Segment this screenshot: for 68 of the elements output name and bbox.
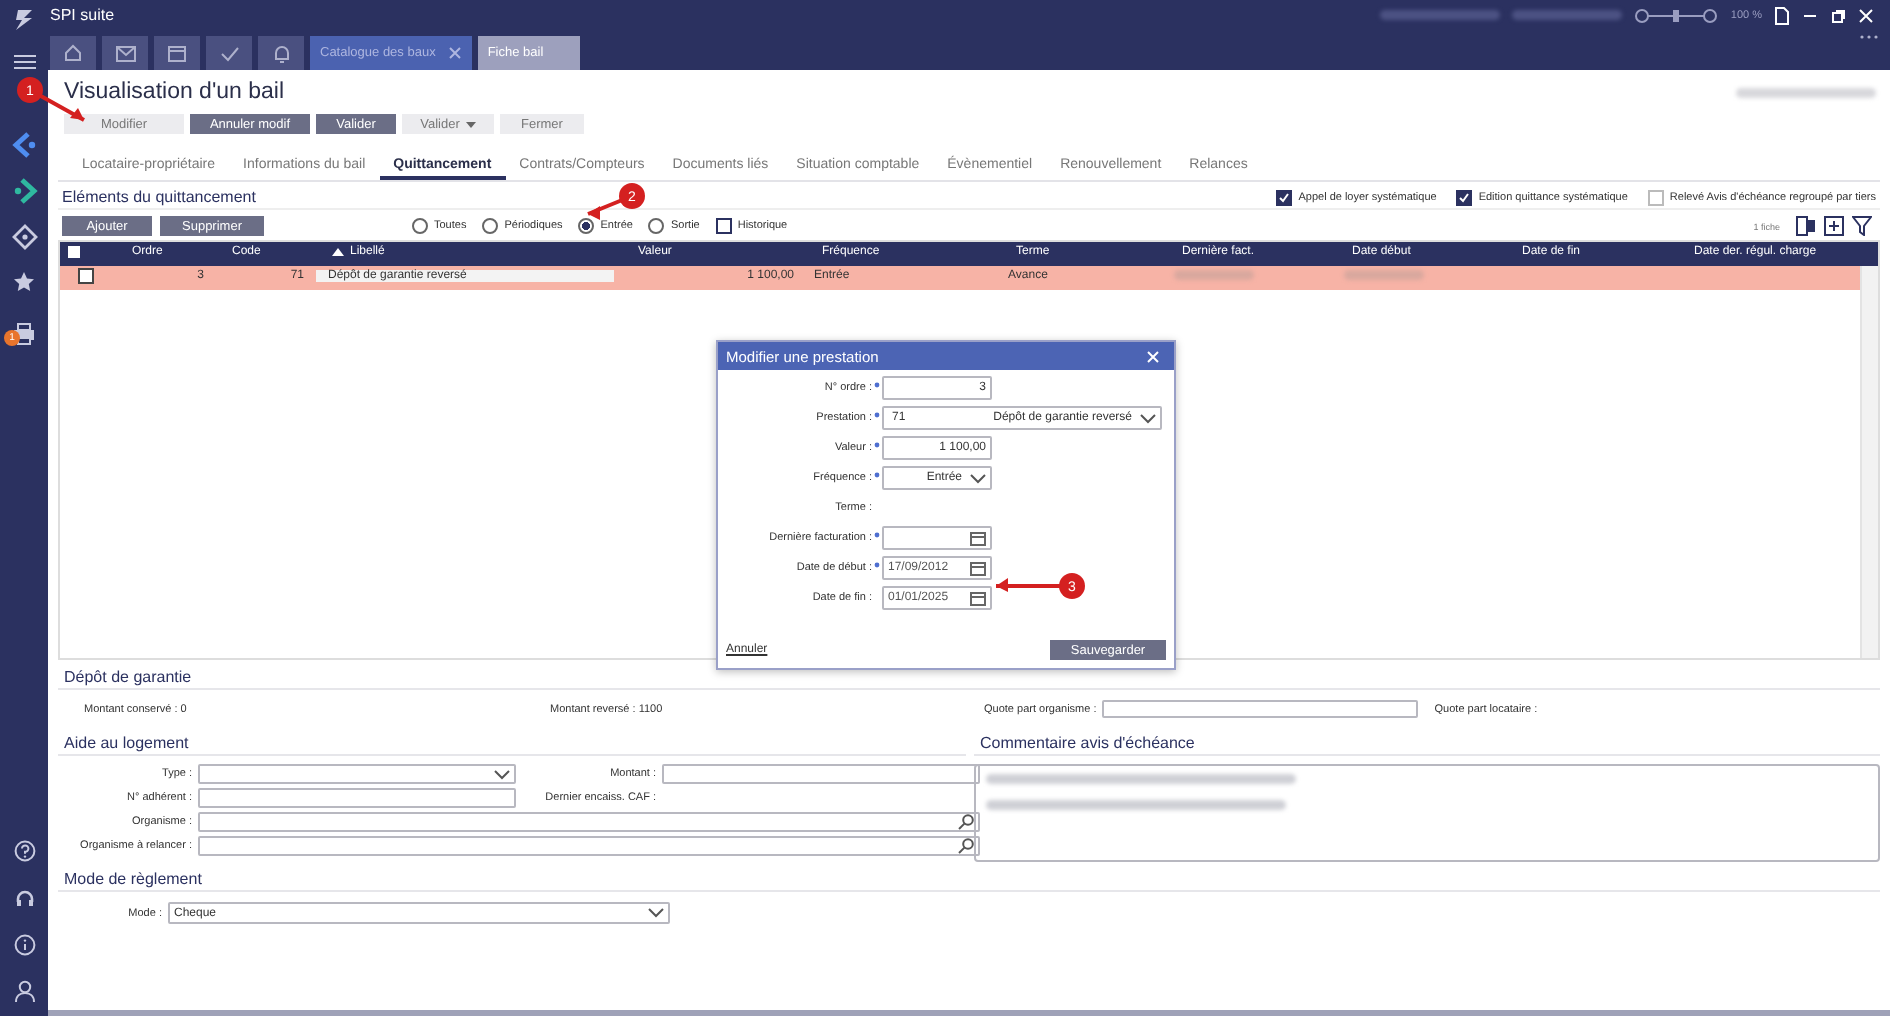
chevron-down-icon [494, 769, 510, 779]
blurred-text [1512, 10, 1623, 20]
more-icon[interactable] [1860, 34, 1878, 40]
search-icon [958, 814, 974, 830]
input-field[interactable] [662, 764, 980, 784]
checkmark-tab[interactable] [206, 36, 252, 70]
help-icon[interactable] [13, 840, 35, 862]
info-icon[interactable] [13, 934, 35, 956]
search-icon [958, 838, 974, 854]
checkbox[interactable] [715, 218, 732, 234]
chevron-down-icon [1140, 413, 1156, 423]
page-title: Visualisation d'un bail [64, 80, 285, 104]
checkbox[interactable] [1647, 189, 1664, 205]
caret-icon [465, 121, 476, 127]
blurred-text [1736, 87, 1876, 97]
bell-icon [273, 43, 289, 63]
dropdown-field[interactable] [198, 764, 516, 784]
slider-thumb[interactable] [1673, 9, 1680, 21]
diamond-icon[interactable] [11, 224, 37, 250]
document-icon[interactable] [1774, 5, 1790, 25]
star-icon[interactable] [12, 270, 36, 294]
app-title: SPI suite [50, 6, 115, 24]
user-icon[interactable] [13, 980, 35, 1002]
section-title: Dépôt de garantie [64, 668, 192, 686]
calendar-tab[interactable] [154, 36, 200, 70]
section-title: Aide au logement [64, 734, 189, 752]
menu-icon[interactable] [13, 54, 35, 70]
row-checkbox[interactable] [78, 268, 94, 284]
comment-field[interactable] [974, 764, 1880, 862]
calendar-icon [970, 561, 986, 575]
input-field[interactable] [1102, 700, 1419, 718]
filter-icon[interactable] [1852, 216, 1872, 236]
scrollbar[interactable] [1860, 266, 1878, 658]
export-icon[interactable] [1796, 216, 1816, 236]
bell-tab[interactable] [258, 36, 304, 70]
checkmark-icon [219, 45, 239, 61]
chevron-down-icon [648, 908, 664, 918]
mail-tab[interactable] [102, 36, 148, 70]
chevron-right-icon[interactable] [11, 178, 37, 204]
checkbox[interactable] [1276, 189, 1293, 205]
search-field[interactable] [198, 812, 980, 832]
blurred-text [1380, 10, 1501, 20]
input-field[interactable] [198, 788, 516, 808]
add-icon[interactable] [1824, 216, 1844, 236]
headset-icon[interactable] [13, 888, 35, 910]
radio-button[interactable] [578, 218, 595, 234]
radio-button[interactable] [412, 218, 428, 234]
select-all-checkbox[interactable] [68, 245, 80, 257]
home-tab[interactable] [50, 36, 96, 70]
checkbox[interactable] [1456, 189, 1473, 205]
section-title: Mode de règlement [64, 870, 202, 888]
chevron-down-icon [970, 473, 986, 483]
sort-up-icon [332, 247, 344, 255]
mail-icon [115, 45, 135, 61]
search-field[interactable] [198, 836, 980, 856]
date-field[interactable] [882, 526, 992, 550]
calendar-icon [970, 591, 986, 605]
restore-icon[interactable] [1830, 7, 1846, 23]
section-title: Commentaire avis d'échéance [980, 734, 1195, 752]
home-icon [64, 44, 82, 62]
chevron-left-icon[interactable] [11, 132, 37, 158]
zoom-slider[interactable] [1634, 7, 1719, 23]
section-title: Eléments du quittancement [62, 188, 256, 206]
app-logo-icon [12, 8, 36, 32]
calendar-icon [970, 531, 986, 545]
radio-button[interactable] [482, 218, 499, 234]
radio-button[interactable] [648, 218, 665, 234]
calendar-icon [168, 44, 186, 62]
